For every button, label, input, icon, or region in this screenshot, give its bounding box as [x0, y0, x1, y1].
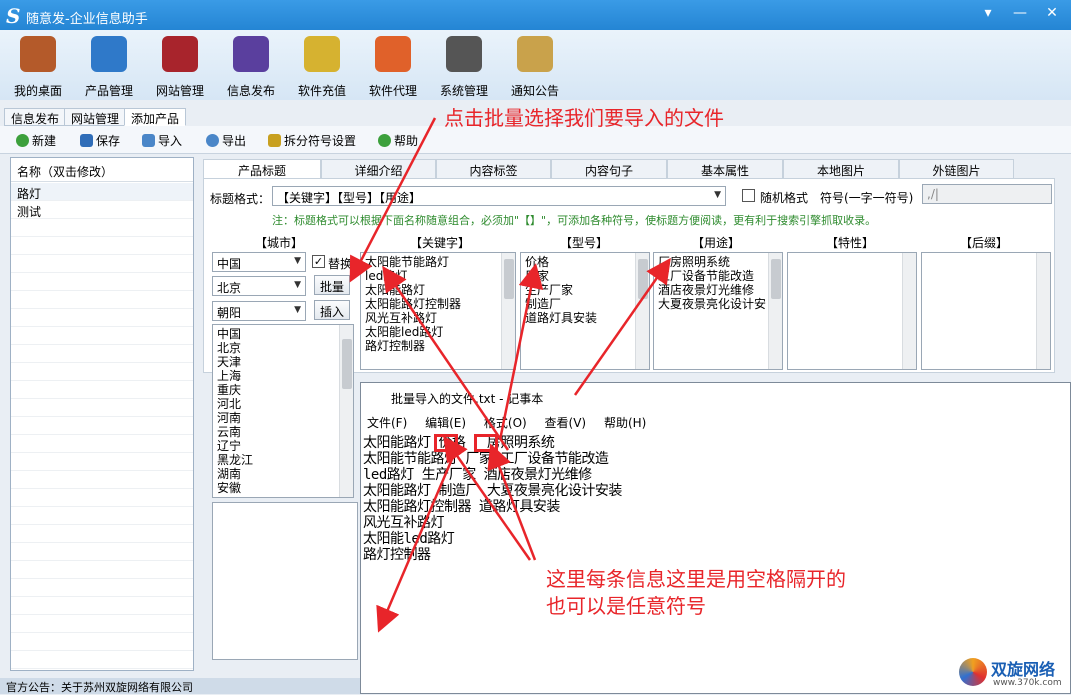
watermark-name: 双旋网络: [991, 660, 1056, 679]
watermark: 双旋网络 www.370k.com: [955, 654, 1067, 692]
watermark-url: www.370k.com: [993, 678, 1062, 688]
annotation-bottom-line2: 也可以是任意符号: [546, 594, 706, 618]
watermark-logo-icon: [959, 658, 987, 686]
annotation-top: 点击批量选择我们要导入的文件: [444, 106, 724, 130]
annotation-bottom-line1: 这里每条信息这里是用空格隔开的: [546, 567, 846, 591]
